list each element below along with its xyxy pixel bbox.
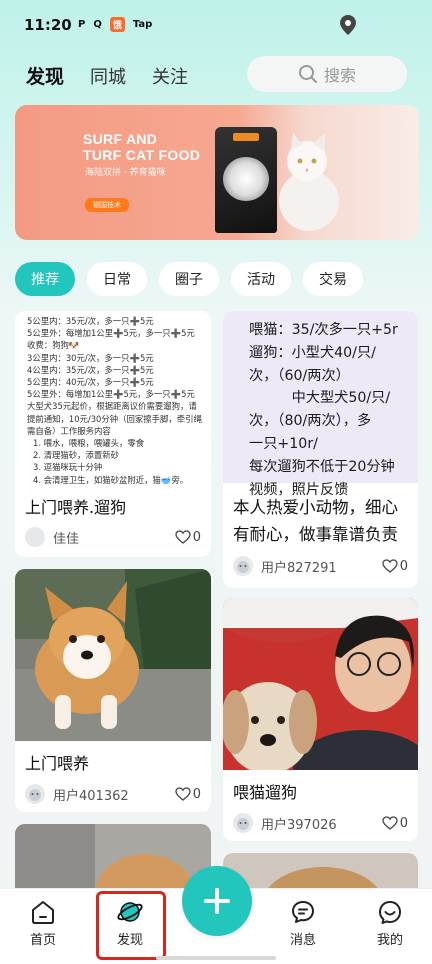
heart-icon bbox=[382, 559, 398, 573]
default-avatar-icon bbox=[237, 561, 249, 573]
banner-title-line1: SURF AND bbox=[83, 131, 158, 147]
like-button[interactable]: 0 bbox=[382, 559, 408, 574]
post-title: 喂猫遛狗 bbox=[233, 783, 298, 802]
smile-icon bbox=[379, 901, 401, 924]
chip-daily[interactable]: 日常 bbox=[87, 262, 147, 296]
post-title: 上门喂养 bbox=[25, 754, 90, 773]
home-icon bbox=[32, 901, 54, 924]
q-app-icon: Q bbox=[93, 19, 102, 30]
nav-profile[interactable]: 我的 bbox=[360, 899, 420, 948]
search-icon bbox=[298, 65, 317, 83]
post-cover-text: 喂猫：35/次多一只+5r 遛狗：小型犬40/只/ 次，（60/两次） 中大型犬… bbox=[249, 322, 398, 498]
nav-home[interactable]: 首页 bbox=[13, 899, 73, 948]
top-tabs: 发现 同城 关注 bbox=[26, 62, 188, 89]
selection-highlight bbox=[96, 891, 166, 960]
status-time: 11:20 bbox=[24, 16, 72, 34]
like-count: 0 bbox=[399, 558, 408, 574]
white-cat-image bbox=[279, 133, 339, 231]
avatar[interactable] bbox=[25, 527, 45, 547]
chip-circle[interactable]: 圈子 bbox=[159, 262, 219, 296]
like-count: 0 bbox=[192, 786, 201, 802]
nav-messages-label: 消息 bbox=[289, 933, 316, 948]
banner-badge: 德国技术 bbox=[85, 198, 129, 212]
food-app-icon: 饿 bbox=[109, 17, 125, 32]
post-title: 上门喂养.遛狗 bbox=[25, 498, 127, 517]
search-placeholder: 搜索 bbox=[323, 66, 356, 85]
post-card[interactable]: 喂猫：35/次多一只+5r 遛狗：小型犬40/只/ 次，（60/两次） 中大型犬… bbox=[223, 311, 418, 588]
tab-nearby[interactable]: 同城 bbox=[90, 63, 126, 89]
location-pin-icon bbox=[340, 15, 356, 35]
username[interactable]: 佳佳 bbox=[53, 528, 79, 547]
heart-icon bbox=[175, 530, 191, 544]
tap-app-icon: Tap bbox=[132, 19, 153, 30]
like-count: 0 bbox=[399, 815, 408, 831]
default-avatar-icon bbox=[237, 818, 249, 830]
username[interactable]: 用户827291 bbox=[261, 557, 337, 576]
banner-title: SURF AND TURF CAT FOOD bbox=[83, 131, 200, 163]
plus-icon bbox=[204, 888, 230, 914]
banner-subtitle: 海陆双拼 · 养育猫咪 bbox=[85, 168, 166, 178]
post-card[interactable]: 喂猫遛狗 用户397026 0 bbox=[223, 598, 418, 841]
post-card[interactable]: 5公里内：35元/次，多一只➕5元 5公里外：每增加1公里➕5元，多一只➕5元 … bbox=[15, 311, 211, 557]
create-post-button[interactable] bbox=[182, 866, 252, 936]
heart-icon bbox=[382, 816, 398, 830]
chip-activity[interactable]: 活动 bbox=[231, 262, 291, 296]
tab-discover[interactable]: 发现 bbox=[26, 62, 64, 89]
price-list: 5公里内：35元/次，多一只➕5元 5公里外：每增加1公里➕5元，多一只➕5元 … bbox=[27, 316, 202, 485]
tab-following[interactable]: 关注 bbox=[152, 63, 188, 89]
chat-icon bbox=[292, 901, 314, 923]
chip-recommend[interactable]: 推荐 bbox=[15, 262, 75, 296]
status-notification-icons: P Q 饿 Tap bbox=[78, 17, 152, 32]
post-footer: 佳佳 0 bbox=[25, 526, 201, 548]
person-with-dog-photo bbox=[223, 598, 418, 770]
home-indicator[interactable] bbox=[156, 956, 276, 960]
post-title: 本人热爱小动物，细心有耐心，做事靠谱负责 bbox=[233, 498, 398, 544]
banner-title-line2: TURF CAT FOOD bbox=[83, 147, 201, 163]
avatar[interactable] bbox=[233, 813, 253, 833]
promo-banner[interactable]: SURF AND TURF CAT FOOD 海陆双拼 · 养育猫咪 德国技术 bbox=[15, 105, 419, 240]
p-app-icon: P bbox=[78, 19, 86, 30]
category-chips: 推荐 日常 圈子 活动 交易 bbox=[15, 262, 363, 296]
heart-icon bbox=[175, 787, 191, 801]
post-card[interactable]: 上门喂养 用户401362 0 bbox=[15, 569, 211, 812]
avatar[interactable] bbox=[25, 784, 45, 804]
username[interactable]: 用户401362 bbox=[53, 785, 129, 804]
nav-profile-label: 我的 bbox=[376, 933, 403, 948]
post-footer: 用户827291 0 bbox=[233, 555, 408, 577]
post-footer: 用户401362 0 bbox=[25, 783, 201, 805]
corgi-photo bbox=[15, 569, 211, 741]
like-button[interactable]: 0 bbox=[175, 530, 201, 545]
chip-trade[interactable]: 交易 bbox=[303, 262, 363, 296]
nav-messages[interactable]: 消息 bbox=[273, 899, 333, 948]
username[interactable]: 用户397026 bbox=[261, 814, 337, 833]
default-avatar-icon bbox=[29, 789, 41, 801]
status-bar: 11:20 P Q 饿 Tap bbox=[0, 0, 432, 48]
cat-food-bag-image bbox=[215, 127, 277, 233]
search-box[interactable]: 搜索 bbox=[247, 56, 407, 92]
like-button[interactable]: 0 bbox=[382, 816, 408, 831]
like-button[interactable]: 0 bbox=[175, 787, 201, 802]
post-footer: 用户397026 0 bbox=[233, 812, 408, 834]
nav-home-label: 首页 bbox=[29, 933, 56, 948]
like-count: 0 bbox=[192, 529, 201, 545]
avatar[interactable] bbox=[233, 556, 253, 576]
